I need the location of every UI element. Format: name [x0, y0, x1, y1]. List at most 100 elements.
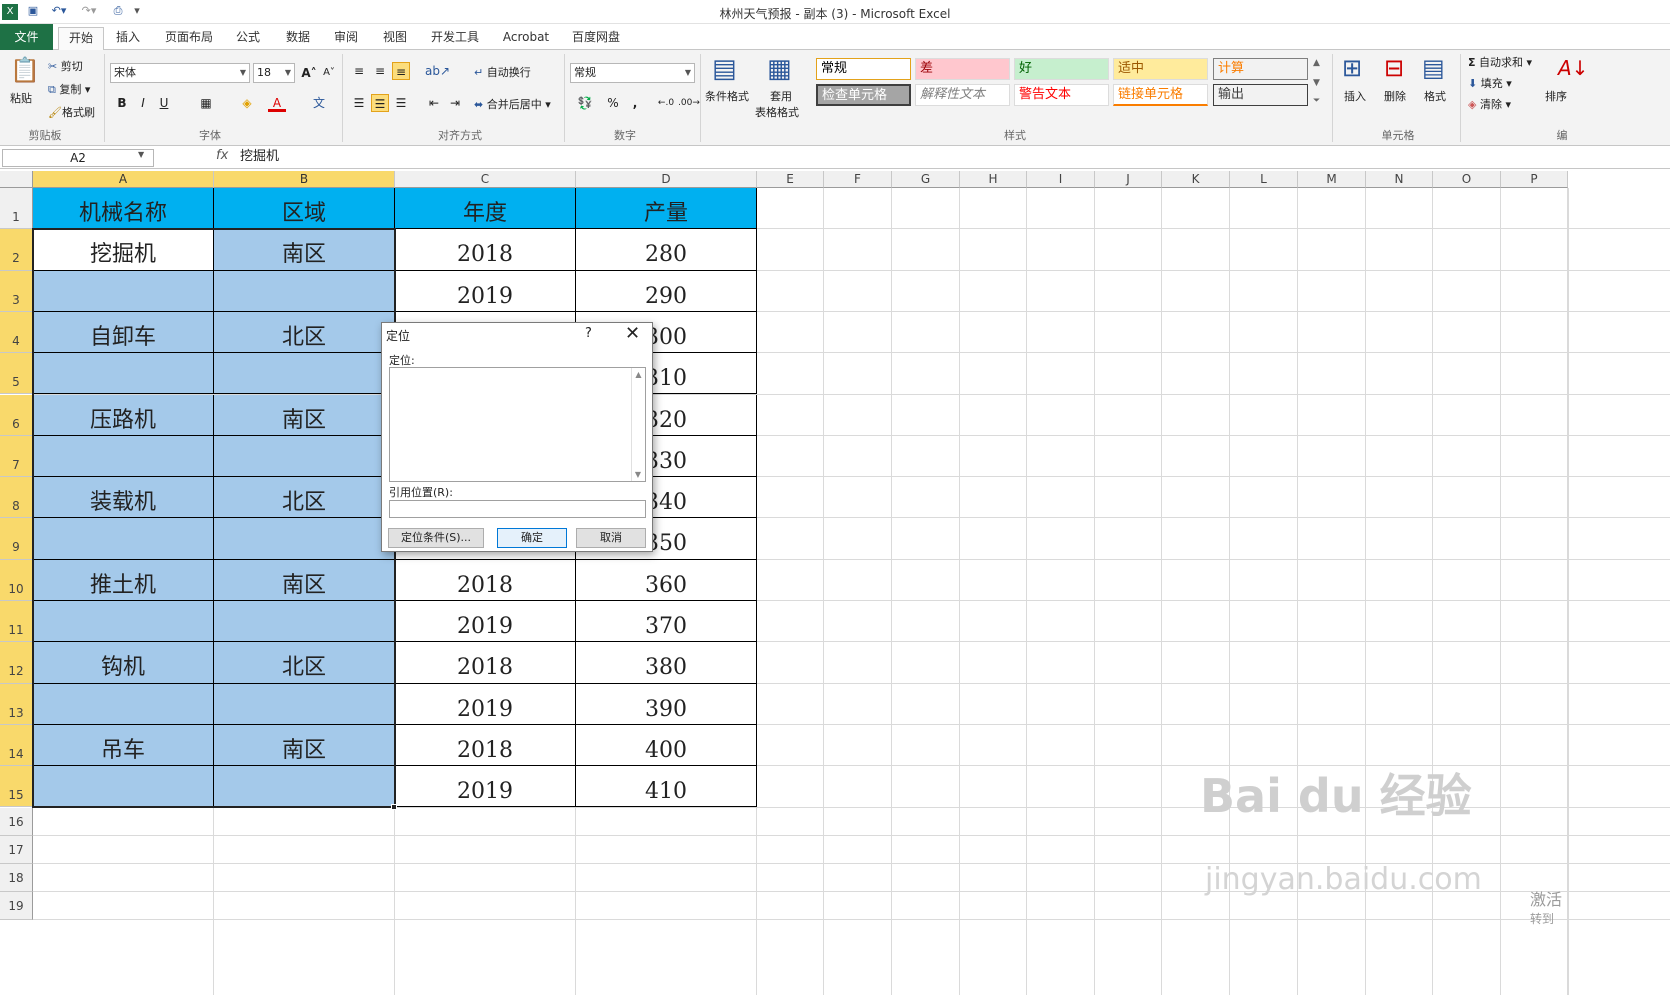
bold-button[interactable]: B [113, 94, 131, 112]
insert-function-icon[interactable]: fx [216, 148, 228, 163]
percent-button[interactable]: % [604, 94, 622, 112]
tab-insert[interactable]: 插入 [110, 27, 146, 49]
increase-indent-icon[interactable]: ⇥ [446, 94, 464, 112]
format-cells-button[interactable]: 格式 [1424, 88, 1446, 104]
row-header-10[interactable]: 10 [0, 559, 33, 601]
output-cell[interactable]: 400 [576, 724, 757, 767]
year-cell[interactable]: 2019 [395, 683, 576, 725]
header-cell[interactable]: 区域 [214, 188, 395, 230]
column-header-O[interactable]: O [1433, 171, 1501, 188]
tab-view[interactable]: 视图 [377, 27, 413, 49]
cell-style-9[interactable]: 输出 [1213, 84, 1308, 106]
special-button[interactable]: 定位条件(S)... [388, 528, 484, 548]
column-header-P[interactable]: P [1501, 171, 1568, 188]
fill-color-icon[interactable]: ◈ [238, 94, 256, 112]
year-cell[interactable]: 2019 [395, 601, 576, 643]
output-cell[interactable]: 280 [576, 229, 757, 271]
orientation-icon[interactable]: ab↗ [425, 62, 450, 80]
currency-icon[interactable]: 💱 [574, 94, 596, 112]
tab-file[interactable]: 文件 [0, 24, 53, 50]
close-icon[interactable]: ✕ [625, 323, 640, 344]
formula-input[interactable]: 挖掘机 [240, 148, 279, 166]
cell-style-5[interactable]: 检查单元格 [816, 84, 911, 106]
wrap-text-button[interactable]: ↵ 自动换行 [474, 64, 531, 80]
tab-formulas[interactable]: 公式 [230, 27, 266, 49]
gallery-more-icon[interactable]: ⏷ [1313, 96, 1320, 106]
tab-page-layout[interactable]: 页面布局 [160, 27, 218, 49]
goto-list[interactable]: ▲ ▼ [389, 367, 646, 482]
column-header-F[interactable]: F [824, 171, 892, 188]
row-header-14[interactable]: 14 [0, 724, 33, 767]
insert-cells-button[interactable]: 插入 [1344, 88, 1366, 104]
year-cell[interactable]: 2018 [395, 229, 576, 271]
copy-button[interactable]: ⧉ 复制 ▾ [48, 81, 90, 97]
ok-button[interactable]: 确定 [497, 528, 567, 548]
row-header-13[interactable]: 13 [0, 683, 33, 725]
cell-style-1[interactable]: 差 [915, 58, 1010, 80]
conditional-format-button[interactable]: 条件格式 [705, 88, 749, 104]
column-header-A[interactable]: A [33, 171, 214, 188]
year-cell[interactable]: 2018 [395, 559, 576, 601]
italic-button[interactable]: I [134, 94, 152, 112]
row-header-15[interactable]: 15 [0, 766, 33, 808]
row-header-17[interactable]: 17 [0, 835, 33, 864]
row-header-5[interactable]: 5 [0, 353, 33, 395]
sort-icon[interactable]: A↓ [1558, 56, 1588, 80]
format-cells-icon[interactable]: ▤ [1422, 54, 1445, 82]
align-top-icon[interactable]: ≡ [350, 62, 368, 80]
gallery-down-icon[interactable]: ▼ [1313, 78, 1320, 88]
header-cell[interactable]: 机械名称 [33, 188, 214, 230]
align-right-icon[interactable]: ☰ [392, 94, 410, 112]
scroll-up-icon[interactable]: ▲ [632, 370, 645, 379]
row-header-4[interactable]: 4 [0, 311, 33, 354]
row-header-8[interactable]: 8 [0, 477, 33, 519]
column-header-H[interactable]: H [960, 171, 1027, 188]
cell-style-3[interactable]: 适中 [1113, 58, 1208, 80]
column-header-K[interactable]: K [1162, 171, 1230, 188]
year-cell[interactable]: 2019 [395, 766, 576, 808]
row-header-6[interactable]: 6 [0, 394, 33, 436]
output-cell[interactable]: 390 [576, 683, 757, 725]
tab-home[interactable]: 开始 [58, 27, 104, 51]
column-header-E[interactable]: E [757, 171, 824, 188]
column-header-G[interactable]: G [892, 171, 960, 188]
comma-button[interactable]: , [626, 94, 644, 112]
decrease-decimal-icon[interactable]: .00→ [678, 94, 700, 112]
tab-review[interactable]: 审阅 [328, 27, 364, 49]
cell-style-7[interactable]: 警告文本 [1014, 84, 1109, 106]
row-header-3[interactable]: 3 [0, 270, 33, 312]
fill-handle[interactable] [391, 803, 397, 810]
cell-style-2[interactable]: 好 [1014, 58, 1109, 80]
column-header-M[interactable]: M [1298, 171, 1366, 188]
format-painter-button[interactable]: 🖌格式刷 [48, 104, 95, 120]
paste-icon[interactable]: 📋 [10, 56, 40, 84]
font-name-combo[interactable]: 宋体 ▼ [110, 63, 250, 83]
output-cell[interactable]: 410 [576, 766, 757, 808]
output-cell[interactable]: 360 [576, 559, 757, 601]
autosum-button[interactable]: Σ 自动求和 ▾ [1468, 54, 1532, 70]
column-header-N[interactable]: N [1366, 171, 1433, 188]
insert-cells-icon[interactable]: ⊞ [1342, 54, 1362, 82]
merge-center-button[interactable]: ⬌ 合并后居中 ▾ [474, 96, 551, 112]
column-header-B[interactable]: B [214, 171, 395, 188]
chevron-down-icon[interactable]: ▼ [138, 150, 144, 159]
grow-font-icon[interactable]: A˄ [300, 64, 318, 82]
decrease-indent-icon[interactable]: ⇤ [425, 94, 443, 112]
table-format-button-l1[interactable]: 套用 [770, 88, 792, 104]
column-header-J[interactable]: J [1095, 171, 1162, 188]
number-format-combo[interactable]: 常规 ▼ [570, 63, 695, 83]
tab-data[interactable]: 数据 [280, 27, 316, 49]
column-header-I[interactable]: I [1027, 171, 1095, 188]
select-all-corner[interactable] [0, 171, 33, 188]
column-header-C[interactable]: C [395, 171, 576, 188]
align-bottom-icon[interactable]: ≡ [392, 62, 410, 80]
cell-style-0[interactable]: 常规 [816, 58, 911, 80]
cut-button[interactable]: ✂ 剪切 [48, 58, 83, 74]
output-cell[interactable]: 370 [576, 601, 757, 643]
shrink-font-icon[interactable]: A˅ [320, 64, 338, 82]
reference-input[interactable] [389, 500, 646, 518]
tab-acrobat[interactable]: Acrobat [498, 27, 554, 49]
help-icon[interactable]: ? [585, 326, 592, 341]
year-cell[interactable]: 2018 [395, 724, 576, 767]
column-header-D[interactable]: D [576, 171, 757, 188]
